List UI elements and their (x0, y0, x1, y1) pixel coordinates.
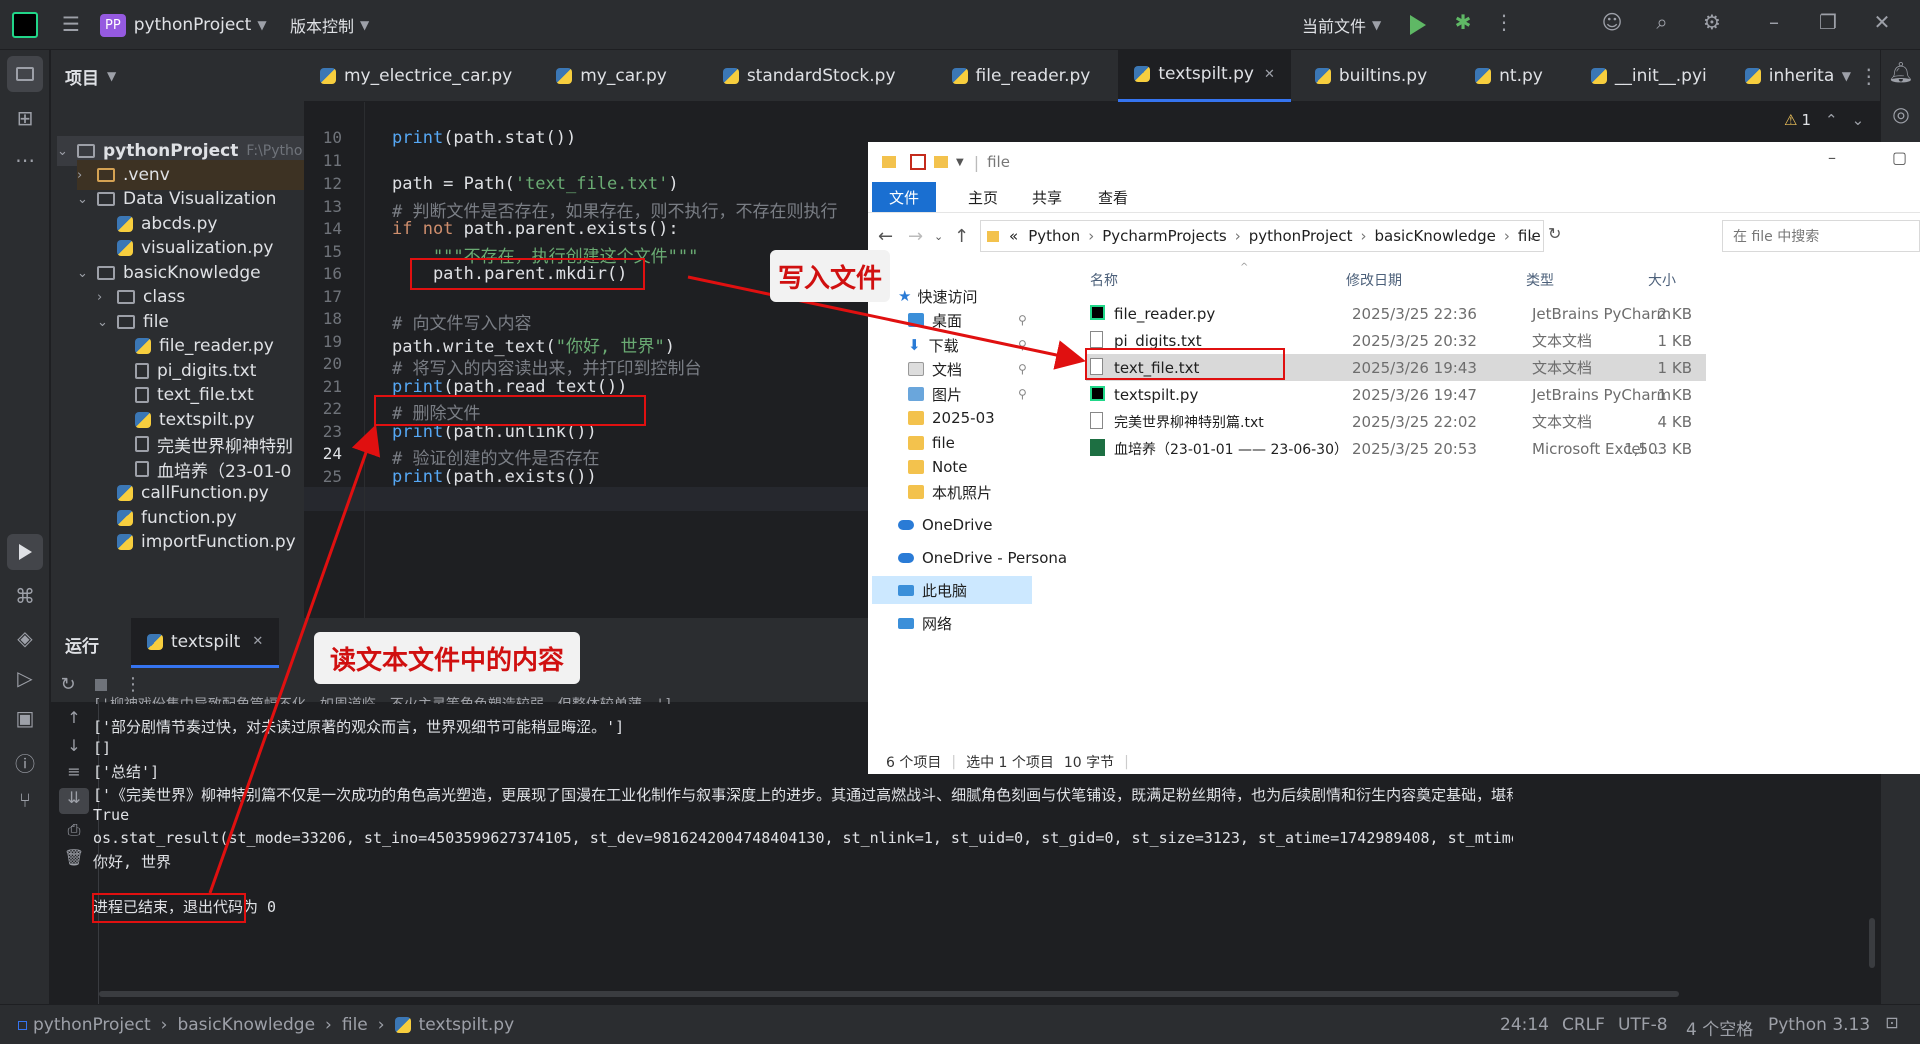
callout-write-file: 写入文件 (770, 250, 890, 302)
callout-text: 读文本文件中的内容 (329, 645, 564, 676)
annotation-arrows (208, 275, 1086, 894)
callout-read-file: 读文本文件中的内容 (314, 632, 580, 684)
callout-text: 写入文件 (777, 263, 882, 294)
